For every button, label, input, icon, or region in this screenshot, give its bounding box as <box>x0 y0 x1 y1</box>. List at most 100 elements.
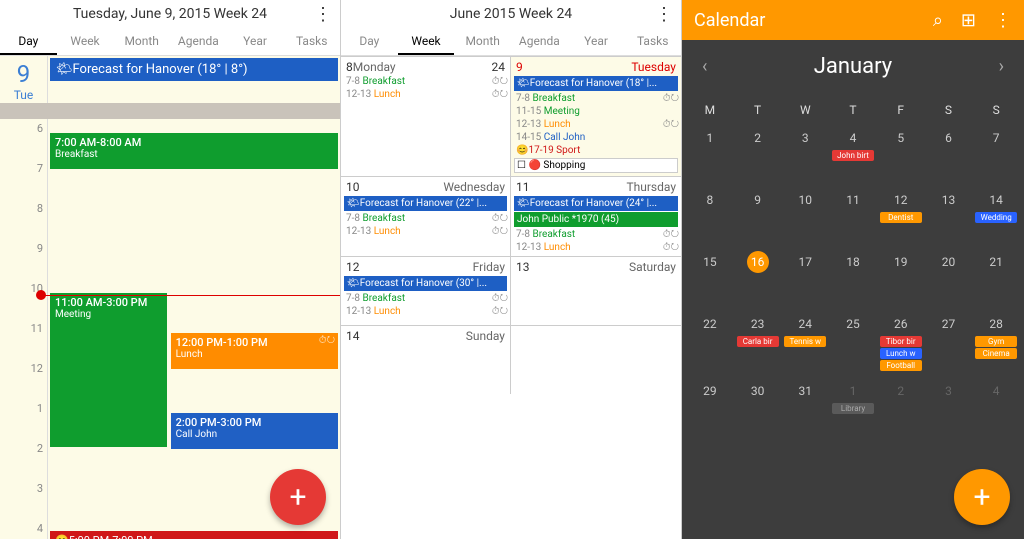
week-event[interactable]: 7-8 Breakfast⏱↻ <box>344 75 507 88</box>
week-event[interactable]: 12-13 Lunch⏱↻ <box>514 241 678 254</box>
month-day-cell[interactable]: 21 <box>972 247 1020 309</box>
current-date-day: Tue <box>0 88 47 102</box>
tab-tasks[interactable]: Tasks <box>624 28 681 55</box>
event-badge[interactable]: John birt <box>832 150 874 161</box>
month-day-cell[interactable]: 24Tennis w <box>781 309 829 376</box>
month-day-cell[interactable]: 8 <box>686 185 734 247</box>
event-lunch[interactable]: ⏱↻ 12:00 PM-1:00 PM Lunch <box>171 333 338 369</box>
week-event[interactable]: 7-8 Breakfast⏱↻ <box>514 228 678 241</box>
month-day-cell[interactable]: 22 <box>686 309 734 376</box>
week-event[interactable]: 12-13 Lunch⏱↻ <box>344 225 507 238</box>
week-event[interactable]: 7-8 Breakfast⏱↻ <box>344 292 507 305</box>
event-badge[interactable]: Library <box>832 403 874 414</box>
month-day-cell[interactable]: 7 <box>972 123 1020 185</box>
tab-week[interactable]: Week <box>57 28 114 55</box>
month-day-cell[interactable]: 27 <box>925 309 973 376</box>
add-event-button[interactable]: + <box>270 469 326 525</box>
tab-month[interactable]: Month <box>113 28 170 55</box>
month-day-cell[interactable]: 25 <box>829 309 877 376</box>
overflow-menu-icon[interactable]: ⋮ <box>314 4 332 25</box>
month-day-cell[interactable]: 23Carla bir <box>734 309 782 376</box>
month-day-cell[interactable]: 15 <box>686 247 734 309</box>
month-day-cell[interactable]: 26Tibor birLunch wFootball <box>877 309 925 376</box>
event-badge[interactable]: Football <box>880 360 922 371</box>
week-day-cell[interactable]: 13 Saturday <box>511 257 681 325</box>
month-day-cell[interactable]: 30 <box>734 376 782 438</box>
month-day-cell[interactable]: 18 <box>829 247 877 309</box>
tab-month[interactable]: Month <box>454 28 511 55</box>
overflow-menu-icon[interactable]: ⋮ <box>994 10 1012 31</box>
event-badge[interactable]: Wedding <box>975 212 1017 223</box>
month-day-cell[interactable]: 17 <box>781 247 829 309</box>
week-day-cell[interactable]: 10 Wednesday🌤Forecast for Hanover (22° |… <box>341 177 511 256</box>
weather-forecast[interactable]: 🌤Forecast for Hanover (22° |... <box>344 196 507 211</box>
month-day-cell[interactable]: 31 <box>781 376 829 438</box>
weather-forecast[interactable]: 🌤Forecast for Hanover (18° | 8°) <box>50 58 338 81</box>
week-day-cell[interactable]: 9 Tuesday🌤Forecast for Hanover (18° |...… <box>511 57 681 176</box>
tab-day[interactable]: Day <box>0 28 57 55</box>
tab-agenda[interactable]: Agenda <box>511 28 568 55</box>
tab-year[interactable]: Year <box>227 28 284 55</box>
week-day-cell[interactable]: 11 Thursday🌤Forecast for Hanover (24° |.… <box>511 177 681 256</box>
week-day-cell[interactable]: 8 Monday247-8 Breakfast⏱↻12-13 Lunch⏱↻ <box>341 57 511 176</box>
month-day-cell[interactable]: 11 <box>829 185 877 247</box>
weather-forecast[interactable]: 🌤Forecast for Hanover (30° |... <box>344 276 507 291</box>
month-day-cell[interactable]: 20 <box>925 247 973 309</box>
event-badge[interactable]: Dentist <box>880 212 922 223</box>
grid-view-icon[interactable]: ⊞ <box>961 10 976 31</box>
event-call[interactable]: 2:00 PM-3:00 PM Call John <box>171 413 338 449</box>
month-day-cell[interactable]: 13 <box>925 185 973 247</box>
event-badge[interactable]: Tennis w <box>784 336 826 347</box>
month-day-cell[interactable]: 2 <box>877 376 925 438</box>
tab-year[interactable]: Year <box>568 28 625 55</box>
month-day-cell[interactable]: 3 <box>925 376 973 438</box>
week-event[interactable]: 12-13 Lunch⏱↻ <box>344 305 507 318</box>
birthday-event[interactable]: John Public *1970 (45) <box>514 212 678 227</box>
add-event-button[interactable]: + <box>954 469 1010 525</box>
week-event[interactable]: ☐ 🔴 Shopping <box>514 158 678 173</box>
overflow-menu-icon[interactable]: ⋮ <box>655 4 673 25</box>
month-day-cell[interactable]: 1 <box>686 123 734 185</box>
tab-day[interactable]: Day <box>341 28 398 55</box>
month-day-cell[interactable]: 5 <box>877 123 925 185</box>
weather-forecast[interactable]: 🌤Forecast for Hanover (18° |... <box>514 76 678 91</box>
event-badge[interactable]: Carla bir <box>737 336 779 347</box>
month-day-cell[interactable]: 4John birt <box>829 123 877 185</box>
month-day-cell[interactable]: 14Wedding <box>972 185 1020 247</box>
event-badge[interactable]: Tibor bir <box>880 336 922 347</box>
month-day-cell[interactable]: 2 <box>734 123 782 185</box>
month-day-cell[interactable]: 28GymCinema <box>972 309 1020 376</box>
week-event[interactable]: 12-13 Lunch⏱↻ <box>514 118 678 131</box>
month-day-cell[interactable]: 9 <box>734 185 782 247</box>
month-day-cell[interactable]: 12Dentist <box>877 185 925 247</box>
month-day-cell[interactable]: 4 <box>972 376 1020 438</box>
tab-week[interactable]: Week <box>398 28 455 55</box>
month-day-cell[interactable]: 10 <box>781 185 829 247</box>
month-day-cell[interactable]: 6 <box>925 123 973 185</box>
month-day-cell[interactable]: 3 <box>781 123 829 185</box>
event-badge[interactable]: Gym <box>975 336 1017 347</box>
week-event[interactable]: 😊17-19 Sport <box>514 144 678 157</box>
tab-agenda[interactable]: Agenda <box>170 28 227 55</box>
event-meeting[interactable]: 11:00 AM-3:00 PM Meeting <box>50 293 167 447</box>
event-breakfast[interactable]: 7:00 AM-8:00 AM Breakfast <box>50 133 338 169</box>
event-badge[interactable]: Lunch w <box>880 348 922 359</box>
month-day-cell[interactable]: 29 <box>686 376 734 438</box>
search-icon[interactable]: ⌕ <box>933 10 943 31</box>
prev-month-button[interactable]: ‹ <box>702 56 707 77</box>
weather-forecast[interactable]: 🌤Forecast for Hanover (24° |... <box>514 196 678 211</box>
event-sport[interactable]: 😊5:00 PM-7:00 PM Sport <box>50 531 338 539</box>
week-event[interactable]: 14-15 Call John <box>514 131 678 144</box>
week-day-cell[interactable]: 12 Friday🌤Forecast for Hanover (30° |...… <box>341 257 511 325</box>
week-day-cell[interactable]: 14 Sunday <box>341 326 511 394</box>
event-badge[interactable]: Cinema <box>975 348 1017 359</box>
week-event[interactable]: 7-8 Breakfast⏱↻ <box>344 212 507 225</box>
week-event[interactable]: 12-13 Lunch⏱↻ <box>344 88 507 101</box>
month-day-cell[interactable]: 1Library <box>829 376 877 438</box>
month-day-cell[interactable]: 16 <box>734 247 782 309</box>
week-event[interactable]: 7-8 Breakfast⏱↻ <box>514 92 678 105</box>
week-event[interactable]: 11-15 Meeting <box>514 105 678 118</box>
next-month-button[interactable]: › <box>999 56 1004 77</box>
tab-tasks[interactable]: Tasks <box>283 28 340 55</box>
month-day-cell[interactable]: 19 <box>877 247 925 309</box>
